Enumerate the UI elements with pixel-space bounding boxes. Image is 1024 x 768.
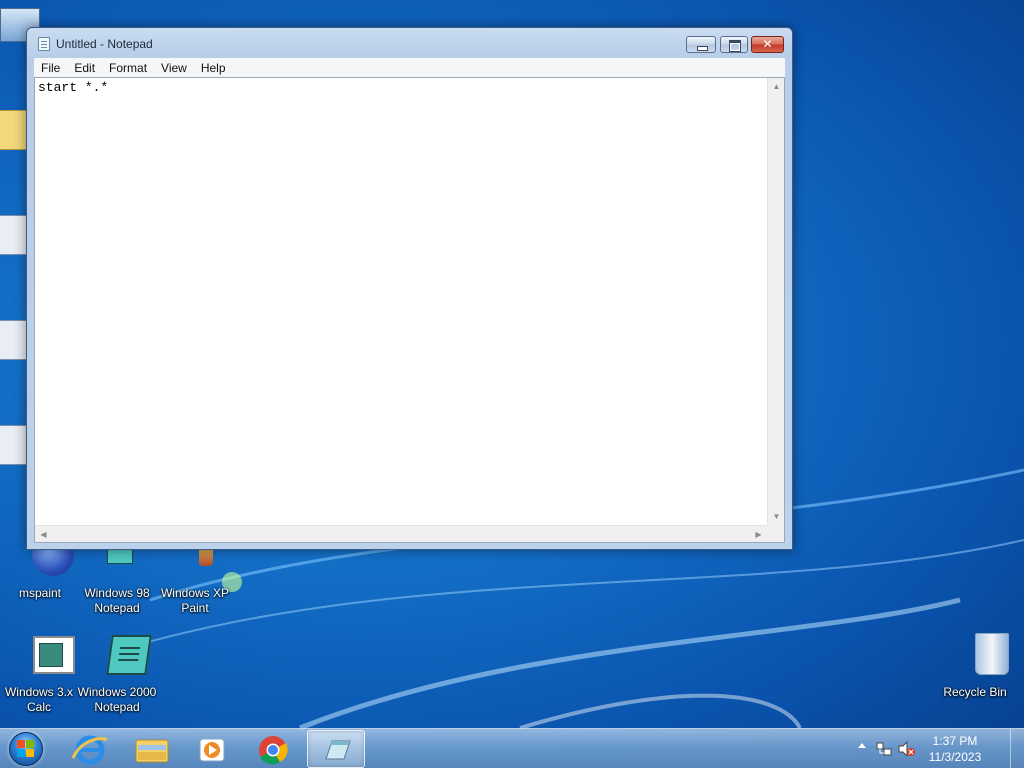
- chrome-icon: [259, 736, 288, 765]
- close-button[interactable]: [751, 36, 784, 53]
- desktop-icon-recycle-bin[interactable]: Recycle Bin: [935, 633, 1015, 700]
- show-hidden-icons-icon[interactable]: [858, 743, 866, 748]
- vertical-scrollbar[interactable]: ▲ ▼: [767, 78, 784, 525]
- menu-file[interactable]: File: [34, 61, 67, 75]
- minimize-button[interactable]: [686, 36, 716, 53]
- recycle-bin-icon: [951, 633, 1009, 681]
- internet-explorer-icon: [71, 735, 108, 765]
- media-player-icon: [199, 738, 225, 762]
- scroll-down-arrow-icon[interactable]: ▼: [768, 508, 785, 525]
- desktop-icon-label: mspaint: [18, 586, 62, 600]
- text-editor[interactable]: start *.*: [35, 78, 767, 525]
- file-explorer-icon: [135, 739, 169, 763]
- start-button[interactable]: [4, 730, 48, 768]
- menu-help[interactable]: Help: [194, 61, 233, 75]
- system-tray: 1:37 PM 11/3/2023: [854, 729, 1024, 768]
- menu-format[interactable]: Format: [102, 61, 154, 75]
- notepad-icon: [93, 633, 152, 681]
- notepad-app-icon: [38, 37, 50, 51]
- volume-muted-icon[interactable]: [898, 741, 916, 757]
- scroll-left-arrow-icon[interactable]: ◀: [35, 526, 52, 543]
- notepad-icon: [325, 740, 351, 760]
- taskbar-internet-explorer[interactable]: [61, 730, 119, 768]
- desktop-icon-label: Recycle Bin: [943, 685, 1007, 699]
- desktop-icon-label: Windows 3.x Calc: [4, 685, 74, 714]
- size-grip[interactable]: [767, 525, 784, 542]
- windows-flag-icon: [17, 740, 35, 758]
- desktop-icon-win3x-calc[interactable]: Windows 3.x Calc: [0, 633, 79, 715]
- clock-date: 11/3/2023: [928, 750, 982, 764]
- desktop-icon-win2000-notepad[interactable]: Windows 2000 Notepad: [77, 633, 157, 715]
- maximize-button[interactable]: [720, 36, 748, 53]
- taskbar-media-player[interactable]: [183, 730, 241, 768]
- taskbar-chrome[interactable]: [244, 730, 302, 768]
- taskbar: 1:37 PM 11/3/2023: [0, 728, 1024, 768]
- title-bar[interactable]: Untitled - Notepad: [27, 28, 792, 58]
- calculator-icon: [15, 633, 75, 681]
- show-desktop-button[interactable]: [1010, 729, 1024, 768]
- desktop-icon-label: Windows XP Paint: [160, 586, 230, 615]
- window-title: Untitled - Notepad: [56, 37, 153, 51]
- taskbar-file-explorer[interactable]: [122, 730, 180, 768]
- editor-area: start *.* ▲ ▼ ◀ ▶: [34, 77, 785, 543]
- scroll-right-arrow-icon[interactable]: ▶: [750, 526, 767, 543]
- desktop-icon-label: Windows 2000 Notepad: [77, 685, 157, 714]
- menu-view[interactable]: View: [154, 61, 194, 75]
- clock-time: 1:37 PM: [932, 734, 978, 748]
- desktop-icon-label: Windows 98 Notepad: [84, 586, 150, 615]
- horizontal-scrollbar[interactable]: ◀ ▶: [35, 525, 767, 542]
- clock[interactable]: 1:37 PM 11/3/2023: [920, 733, 990, 765]
- scroll-up-arrow-icon[interactable]: ▲: [768, 78, 785, 95]
- notepad-window[interactable]: Untitled - Notepad File Edit Format View…: [26, 27, 793, 550]
- menu-bar: File Edit Format View Help: [34, 58, 785, 77]
- menu-edit[interactable]: Edit: [67, 61, 102, 75]
- taskbar-notepad[interactable]: [307, 730, 365, 768]
- network-icon[interactable]: [876, 741, 892, 757]
